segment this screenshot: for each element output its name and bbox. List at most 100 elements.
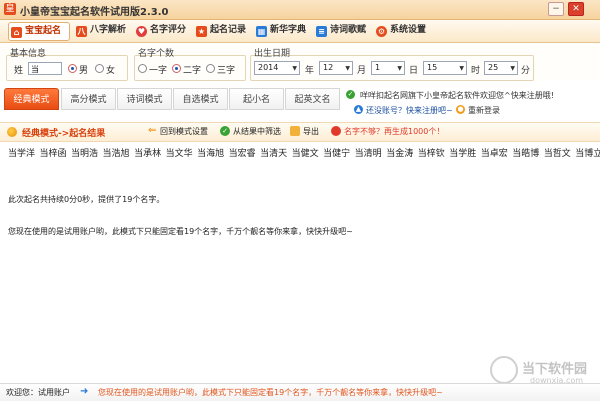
year-select[interactable]: 2014 ▼ bbox=[254, 61, 300, 75]
dictionary-icon: ▦ bbox=[256, 26, 267, 37]
name-results: 当学洋 当梓函 当明浩 当浩旭 当承林 当文华 当海旭 当宏睿 当清天 当健文 当健宁 当清明 当金涛当… bbox=[8, 146, 600, 160]
birth-date-label: 出生日期 bbox=[254, 49, 291, 59]
account-status: 欢迎您：试用账户 bbox=[6, 388, 70, 397]
menu-records[interactable]: ★ 起名记录 bbox=[194, 22, 246, 39]
gender-female-radio[interactable] bbox=[95, 64, 104, 73]
upgrade-message: 您现在使用的是试用账户哟，此模式下只能固定看19个名字，千万个靓名等你来拿，快快… bbox=[98, 388, 443, 397]
poetry-icon: ≡ bbox=[316, 26, 327, 37]
minute-unit: 分 bbox=[521, 66, 531, 76]
menu-name-score[interactable]: ♥ 名字评分 bbox=[134, 22, 186, 39]
tab-custom[interactable]: 自选模式 bbox=[173, 88, 228, 110]
list-item[interactable]: 当梓函 bbox=[40, 146, 67, 159]
close-icon[interactable]: ✕ bbox=[568, 2, 584, 16]
month-select[interactable]: 12 ▼ bbox=[319, 61, 353, 75]
list-item[interactable]: 当学洋 bbox=[8, 146, 35, 159]
list-item[interactable]: 当浩旭 bbox=[103, 146, 130, 159]
heart-icon: ♥ bbox=[136, 26, 147, 37]
menu-baby-naming[interactable]: ⌂ 宝宝起名 bbox=[8, 22, 70, 41]
chevron-down-icon: ▼ bbox=[292, 65, 297, 72]
month-unit: 月 bbox=[357, 66, 367, 76]
breadcrumb: 经典模式->起名结果 bbox=[22, 129, 106, 139]
chevron-down-icon: ▼ bbox=[459, 65, 464, 72]
window-title: 小皇帝宝宝起名软件试用版2.3.0 bbox=[20, 7, 169, 18]
list-item[interactable]: 当金涛 bbox=[386, 146, 413, 159]
list-item[interactable]: 当梓钦 bbox=[418, 146, 445, 159]
refresh-icon: ● bbox=[456, 105, 465, 114]
minute-select[interactable]: 25 ▼ bbox=[484, 61, 518, 75]
tab-classic[interactable]: 经典模式 bbox=[4, 88, 59, 110]
folder-icon bbox=[290, 126, 300, 136]
check-icon: ✓ bbox=[346, 90, 355, 99]
back-to-settings-button[interactable]: 回到模式设置 bbox=[160, 126, 208, 137]
list-item[interactable]: 当承林 bbox=[134, 146, 161, 159]
list-item[interactable]: 当皓博 bbox=[512, 146, 539, 159]
day-unit: 日 bbox=[409, 66, 419, 76]
gender-female-label: 女 bbox=[106, 66, 116, 76]
generate-more-icon bbox=[331, 126, 341, 136]
trial-limit-note: 您现在使用的是试用账户哟，此模式下只能固定看19个名字，千万个靓名等你来拿，快快… bbox=[8, 227, 353, 236]
user-icon: ▲ bbox=[354, 105, 363, 114]
menu-dictionary[interactable]: ▦ 新华字典 bbox=[254, 22, 306, 39]
list-item[interactable]: 当海旭 bbox=[197, 146, 224, 159]
account-panel: ✓ 咩咩扣起名网旗下小皇帝起名软件欢迎您^快来注册哦! ▲ 还没账号？快来注册吧… bbox=[346, 88, 596, 120]
bazi-icon: 八 bbox=[76, 26, 87, 37]
list-item[interactable]: 当健文 bbox=[292, 146, 319, 159]
mode-tabs: 经典模式 高分模式 诗词模式 自选模式 起小名 起英文名 bbox=[4, 88, 344, 112]
filter-icon: ✓ bbox=[220, 126, 230, 136]
list-item[interactable]: 当健宁 bbox=[323, 146, 350, 159]
app-logo-icon: 皇 bbox=[4, 3, 16, 15]
tab-english-name[interactable]: 起英文名 bbox=[285, 88, 340, 110]
minimize-icon[interactable]: − bbox=[548, 2, 564, 16]
surname-label: 姓 bbox=[14, 66, 24, 76]
chevron-down-icon: ▼ bbox=[510, 65, 515, 72]
relogin-link[interactable]: 重新登录 bbox=[468, 105, 500, 116]
list-item[interactable]: 当清天 bbox=[260, 146, 287, 159]
register-link[interactable]: 还没账号？快来注册吧~ bbox=[366, 105, 453, 116]
tab-high-score[interactable]: 高分模式 bbox=[61, 88, 116, 110]
tab-nickname[interactable]: 起小名 bbox=[229, 88, 284, 110]
list-item[interactable]: 当卓宏 bbox=[481, 146, 508, 159]
list-item[interactable]: 当文华 bbox=[166, 146, 193, 159]
three-char-radio[interactable] bbox=[206, 64, 215, 73]
mode-indicator-icon bbox=[7, 127, 17, 137]
two-char-radio[interactable] bbox=[172, 64, 181, 73]
menu-poetry[interactable]: ≡ 诗词歌赋 bbox=[314, 22, 366, 39]
hour-unit: 时 bbox=[471, 66, 481, 76]
chevron-down-icon: ▼ bbox=[397, 65, 402, 72]
welcome-text: 咩咩扣起名网旗下小皇帝起名软件欢迎您^快来注册哦! bbox=[360, 91, 554, 100]
one-char-radio[interactable] bbox=[138, 64, 147, 73]
list-item[interactable]: 当清明 bbox=[355, 146, 382, 159]
naming-options: 基本信息 姓 当 男 女 名字个数 一字 二字 三字 出生日期 2014 ▼ 年 … bbox=[0, 43, 600, 81]
main-menu: ⌂ 宝宝起名 八八字解析 ♥ 名字评分 ★ 起名记录 ▦ 新华字典 ≡ 诗词歌赋 ⚙ 系统设… bbox=[0, 20, 600, 43]
list-item[interactable]: 当学胜 bbox=[449, 146, 476, 159]
basic-info-label: 基本信息 bbox=[10, 49, 47, 59]
gear-icon: ⚙ bbox=[376, 26, 387, 37]
watermark-logo-icon bbox=[490, 356, 518, 384]
chevron-down-icon: ▼ bbox=[345, 65, 350, 72]
surname-input[interactable]: 当 bbox=[28, 62, 62, 75]
two-char-label: 二字 bbox=[183, 66, 202, 76]
day-select[interactable]: 1 ▼ bbox=[371, 61, 405, 75]
home-icon: ⌂ bbox=[11, 27, 22, 38]
result-toolbar: 经典模式->起名结果 ⇐ 回到模式设置 ✓ 从结果中筛选 导出 名字不够？再生成… bbox=[0, 122, 600, 142]
list-item[interactable]: 当博立 bbox=[575, 146, 600, 159]
export-button[interactable]: 导出 bbox=[303, 126, 319, 137]
arrow-right-icon: ➜ bbox=[80, 386, 89, 397]
generate-more-button[interactable]: 名字不够？再生成1000个！ bbox=[344, 126, 444, 137]
list-item[interactable]: 当明浩 bbox=[71, 146, 98, 159]
tab-poetry[interactable]: 诗词模式 bbox=[117, 88, 172, 110]
menu-settings[interactable]: ⚙ 系统设置 bbox=[374, 22, 426, 39]
hour-select[interactable]: 15 ▼ bbox=[423, 61, 467, 75]
star-icon: ★ bbox=[196, 26, 207, 37]
list-item[interactable]: 当宏睿 bbox=[229, 146, 256, 159]
gender-male-label: 男 bbox=[79, 66, 89, 76]
watermark-title: 当下软件园 bbox=[522, 362, 588, 377]
gender-male-radio[interactable] bbox=[68, 64, 77, 73]
name-length-label: 名字个数 bbox=[138, 49, 175, 59]
filter-results-button[interactable]: 从结果中筛选 bbox=[233, 126, 281, 137]
menu-bazi[interactable]: 八八字解析 bbox=[74, 22, 126, 39]
list-item[interactable]: 当哲文 bbox=[544, 146, 571, 159]
back-arrow-icon: ⇐ bbox=[148, 125, 157, 136]
title-bar: 皇 小皇帝宝宝起名软件试用版2.3.0 − ✕ bbox=[0, 0, 600, 20]
status-bar: 欢迎您：试用账户 ➜ 您现在使用的是试用账户哟，此模式下只能固定看19个名字，千… bbox=[0, 383, 600, 401]
